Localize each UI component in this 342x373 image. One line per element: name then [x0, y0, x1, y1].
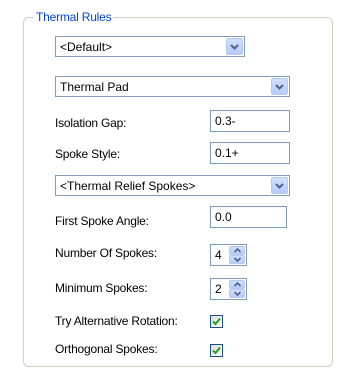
chevron-down-icon	[234, 257, 241, 262]
rule-select[interactable]: <Default>	[55, 36, 245, 57]
spoke-style-label: Spoke Style:	[55, 147, 120, 161]
checkmark-icon	[212, 346, 221, 355]
first-spoke-angle-label: First Spoke Angle:	[55, 214, 149, 228]
number-of-spokes-value: 4	[215, 248, 222, 262]
number-of-spokes-label: Number Of Spokes:	[55, 246, 157, 260]
spin-down-button[interactable]	[229, 255, 245, 264]
isolation-gap-value: 0.3-	[215, 114, 236, 128]
orthogonal-spokes-label: Orthogonal Spokes:	[55, 342, 158, 356]
chevron-down-icon	[230, 44, 239, 50]
pad-type-select[interactable]: Thermal Pad	[55, 76, 290, 97]
try-alternative-rotation-label: Try Alternative Rotation:	[55, 314, 178, 328]
group-title: Thermal Rules	[34, 10, 114, 24]
spin-up-button[interactable]	[229, 246, 245, 255]
checkmark-icon	[212, 317, 221, 326]
dropdown-arrow-button[interactable]	[226, 38, 243, 55]
pad-type-select-value: Thermal Pad	[60, 80, 129, 94]
first-spoke-angle-input[interactable]: 0.0	[210, 206, 287, 228]
spin-up-button[interactable]	[229, 280, 245, 289]
isolation-gap-input[interactable]: 0.3-	[210, 110, 290, 132]
spoke-style-input[interactable]: 0.1+	[210, 142, 290, 164]
thermal-relief-select[interactable]: <Thermal Relief Spokes>	[55, 175, 290, 196]
orthogonal-spokes-checkbox[interactable]	[210, 344, 223, 357]
dropdown-arrow-button[interactable]	[271, 177, 288, 194]
try-alternative-rotation-checkbox[interactable]	[210, 315, 223, 328]
isolation-gap-label: Isolation Gap:	[55, 116, 127, 130]
chevron-down-icon	[275, 84, 284, 90]
minimum-spokes-value: 2	[215, 282, 222, 296]
minimum-spokes-label: Minimum Spokes:	[55, 281, 148, 295]
spin-down-button[interactable]	[229, 289, 245, 298]
rule-select-value: <Default>	[60, 40, 113, 54]
thermal-relief-select-value: <Thermal Relief Spokes>	[60, 179, 196, 193]
chevron-down-icon	[275, 183, 284, 189]
first-spoke-angle-value: 0.0	[215, 210, 232, 224]
dropdown-arrow-button[interactable]	[271, 78, 288, 95]
number-of-spokes-spinner[interactable]: 4	[210, 244, 247, 266]
chevron-down-icon	[234, 291, 241, 296]
spoke-style-value: 0.1+	[215, 146, 239, 160]
chevron-up-icon	[234, 282, 241, 287]
chevron-up-icon	[234, 248, 241, 253]
minimum-spokes-spinner[interactable]: 2	[210, 278, 247, 300]
